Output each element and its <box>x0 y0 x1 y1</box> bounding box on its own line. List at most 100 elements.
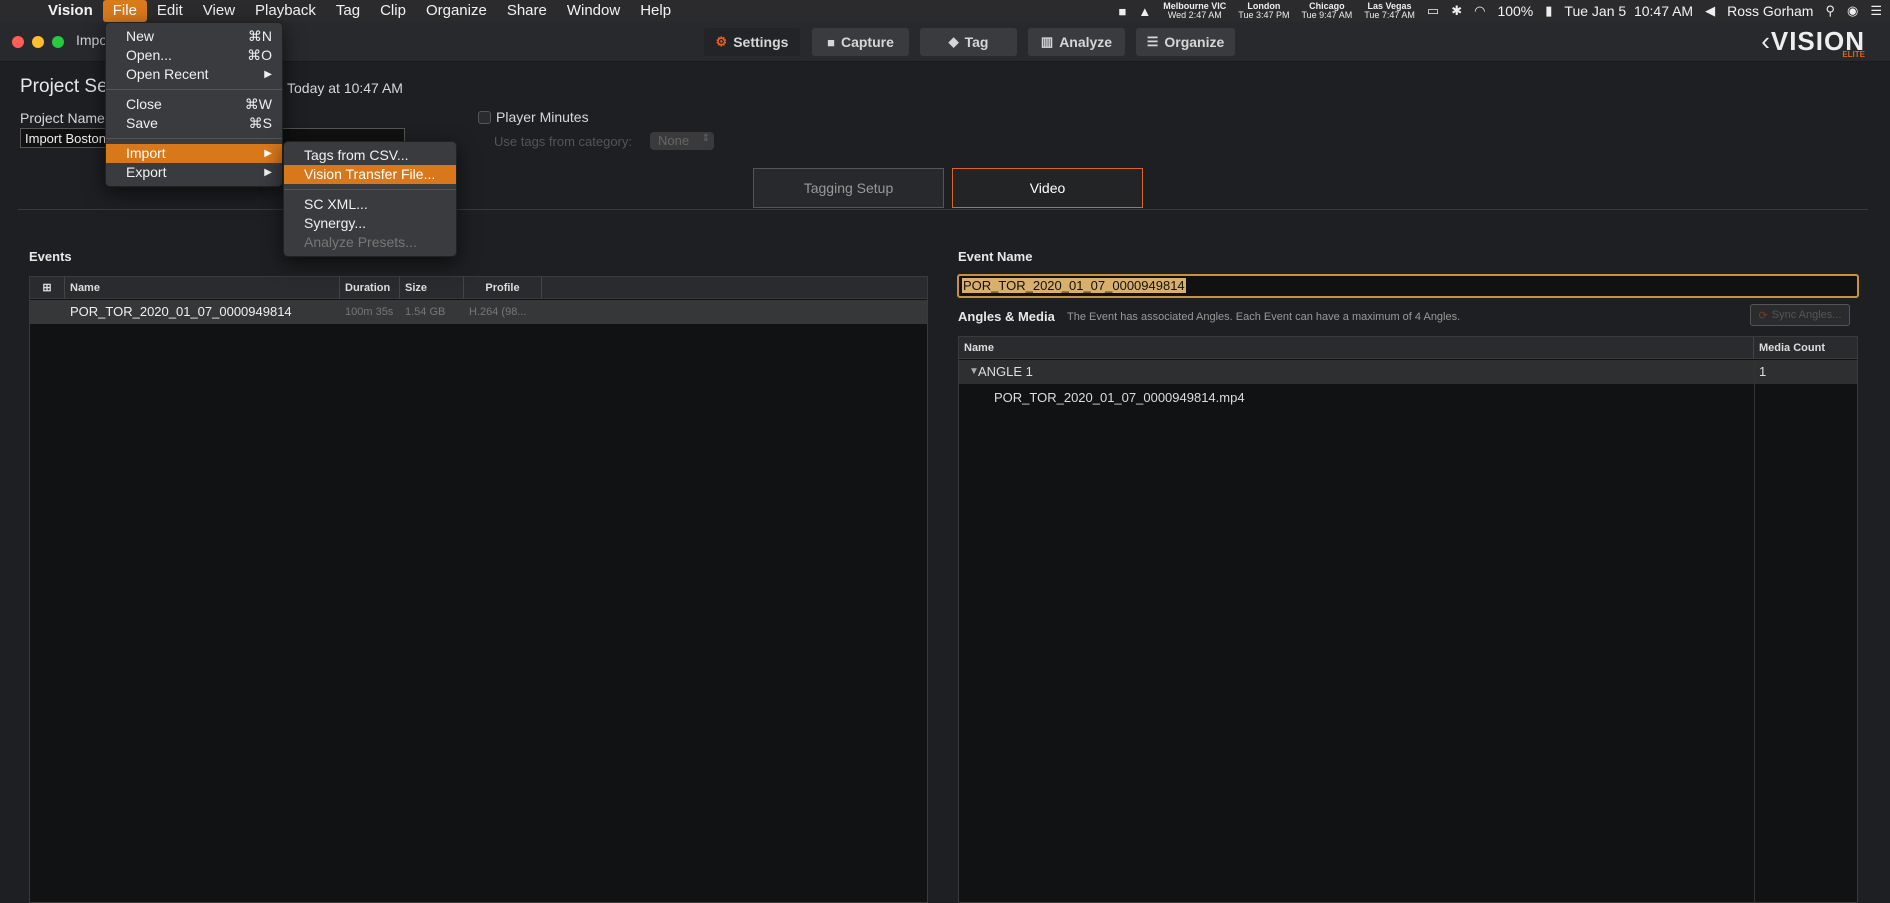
angles-table: Name Media Count ▼ ANGLE 1 1 POR_TOR_202… <box>958 336 1858 903</box>
event-duration-cell: 100m 35s <box>345 306 394 318</box>
player-minutes-checkbox[interactable] <box>478 111 491 124</box>
clock-las-vegas[interactable]: Las Vegas Tue 7:47 AM <box>1364 2 1415 20</box>
menu-edit[interactable]: Edit <box>147 0 193 22</box>
menu-item-save[interactable]: Save ⌘S <box>106 114 282 133</box>
project-name-label: Project Name <box>20 110 105 126</box>
minimize-window-button[interactable] <box>32 36 44 48</box>
wifi-icon[interactable]: ◠ <box>1474 3 1485 19</box>
tab-video[interactable]: Video <box>952 168 1143 208</box>
menu-share[interactable]: Share <box>497 0 557 22</box>
event-size-cell: 1.54 GB <box>405 306 446 318</box>
submenu-arrow-icon: ▶ <box>264 167 272 178</box>
modified-timestamp: Today at 10:47 AM <box>287 80 403 96</box>
menu-item-open[interactable]: Open... ⌘O <box>106 46 282 65</box>
media-row[interactable]: POR_TOR_2020_01_07_0000949814.mp4 <box>959 386 1857 410</box>
menu-item-close[interactable]: Close ⌘W <box>106 95 282 114</box>
file-menu: New ⌘N Open... ⌘O Open Recent ▶ Close ⌘W Sav… <box>105 22 283 187</box>
use-tags-popup[interactable]: None ⇕ <box>650 132 714 150</box>
control-center-icon[interactable]: ☰ <box>1870 3 1882 19</box>
menu-window[interactable]: Window <box>557 0 630 22</box>
menu-item-import[interactable]: Import ▶ <box>106 144 282 163</box>
angle-name: ANGLE 1 <box>978 364 1033 379</box>
import-submenu: Tags from CSV... Vision Transfer File...… <box>283 141 457 257</box>
menu-item-synergy[interactable]: Synergy... <box>284 214 456 233</box>
menu-item-vision-transfer-file[interactable]: Vision Transfer File... <box>284 165 456 184</box>
event-name-label: Event Name <box>958 249 1033 264</box>
tag-icon: ◆ <box>948 34 959 49</box>
toolbar-tag-button[interactable]: ◆ Tag <box>919 27 1018 57</box>
menu-organize[interactable]: Organize <box>416 0 497 22</box>
menu-item-sc-xml[interactable]: SC XML... <box>284 195 456 214</box>
close-window-button[interactable] <box>12 36 24 48</box>
media-file-name: POR_TOR_2020_01_07_0000949814.mp4 <box>994 390 1245 405</box>
camera-icon: ■ <box>827 34 835 50</box>
vision-logo: ‹VISION ELITE <box>1761 26 1865 59</box>
menu-playback[interactable]: Playback <box>245 0 326 22</box>
menubar-user[interactable]: Ross Gorham <box>1727 3 1813 19</box>
angle-media-count: 1 <box>1759 364 1767 379</box>
menu-item-new[interactable]: New ⌘N <box>106 27 282 46</box>
grid-icon: ☰ <box>1146 34 1159 49</box>
bluetooth-icon[interactable]: ✱ <box>1451 3 1462 19</box>
menu-tag[interactable]: Tag <box>326 0 370 22</box>
menu-separator <box>106 138 282 139</box>
siri-icon[interactable]: ◉ <box>1847 3 1858 19</box>
column-duration[interactable]: Duration <box>340 277 400 299</box>
event-profile-cell: H.264 (98... <box>469 306 527 318</box>
section-title: Project Se <box>20 76 108 97</box>
tab-tagging-setup[interactable]: Tagging Setup <box>753 168 944 208</box>
event-name-cell: POR_TOR_2020_01_07_0000949814 <box>70 304 292 319</box>
battery-icon[interactable]: ▮ <box>1545 3 1552 19</box>
events-table: ⊞ Name Duration Size Profile POR_TOR_202… <box>29 276 928 903</box>
zoom-window-button[interactable] <box>52 36 64 48</box>
menu-separator <box>106 89 282 90</box>
logo-chevron-icon: ‹ <box>1761 26 1771 56</box>
menu-item-open-recent[interactable]: Open Recent ▶ <box>106 65 282 84</box>
clock-chicago[interactable]: Chicago Tue 9:47 AM <box>1302 2 1353 20</box>
menu-help[interactable]: Help <box>630 0 681 22</box>
column-divider <box>1754 360 1755 902</box>
toolbar-analyze-button[interactable]: ▥ Analyze <box>1027 27 1126 57</box>
angle-row[interactable]: ▼ ANGLE 1 1 <box>959 360 1857 384</box>
sync-angles-button[interactable]: ⟳ Sync Angles... <box>1750 304 1850 326</box>
angles-column-count[interactable]: Media Count <box>1754 337 1859 359</box>
toolbar-organize-button[interactable]: ☰ Organize <box>1135 27 1236 57</box>
player-minutes-label: Player Minutes <box>496 109 589 125</box>
chart-icon: ▥ <box>1040 34 1054 49</box>
airplay-icon[interactable]: ▭ <box>1427 3 1439 19</box>
table-row[interactable]: POR_TOR_2020_01_07_0000949814 100m 35s 1… <box>30 300 927 324</box>
menu-item-export[interactable]: Export ▶ <box>106 163 282 182</box>
column-profile[interactable]: Profile <box>464 277 542 299</box>
menu-file[interactable]: File <box>102 0 147 22</box>
clock-melbourne[interactable]: Melbourne VIC Wed 2:47 AM <box>1163 2 1226 20</box>
volume-icon[interactable]: ◀ <box>1705 3 1715 19</box>
popup-stepper-icon: ⇕ <box>701 133 710 144</box>
angles-table-header: Name Media Count <box>959 337 1857 359</box>
window-title: Impo <box>76 32 108 48</box>
column-size[interactable]: Size <box>400 277 464 299</box>
gear-icon: ⚙ <box>715 34 728 49</box>
menu-item-analyze-presets: Analyze Presets... <box>304 234 417 250</box>
drive-icon[interactable]: ▲ <box>1138 4 1151 19</box>
menu-app[interactable]: Vision <box>38 0 103 22</box>
menu-item-tags-from-csv[interactable]: Tags from CSV... <box>284 146 456 165</box>
angles-media-label: Angles & Media <box>958 309 1055 324</box>
events-table-header: ⊞ Name Duration Size Profile <box>30 277 927 299</box>
menu-separator <box>284 189 456 190</box>
status-area: ■ ▲ Melbourne VIC Wed 2:47 AM London Tue 3… <box>1119 0 1882 22</box>
submenu-arrow-icon: ▶ <box>264 148 272 159</box>
zoom-icon[interactable]: ■ <box>1119 4 1127 19</box>
angles-description: The Event has associated Angles. Each Ev… <box>1067 311 1461 323</box>
column-name[interactable]: Name <box>65 277 340 299</box>
toolbar-settings-button[interactable]: ⚙ Settings <box>703 27 801 57</box>
clock-london[interactable]: London Tue 3:47 PM <box>1238 2 1289 20</box>
menu-bar: Vision File Edit View Playback Tag Clip … <box>0 0 1890 22</box>
column-chooser-icon[interactable]: ⊞ <box>30 277 65 299</box>
search-icon[interactable]: ⚲ <box>1825 3 1835 19</box>
menu-clip[interactable]: Clip <box>370 0 416 22</box>
angles-column-name[interactable]: Name <box>959 337 1754 359</box>
toolbar-capture-button[interactable]: ■ Capture <box>811 27 910 57</box>
menubar-datetime[interactable]: Tue Jan 5 10:47 AM <box>1564 3 1693 19</box>
menu-view[interactable]: View <box>193 0 245 22</box>
event-name-field[interactable]: POR_TOR_2020_01_07_0000949814 <box>957 274 1859 298</box>
